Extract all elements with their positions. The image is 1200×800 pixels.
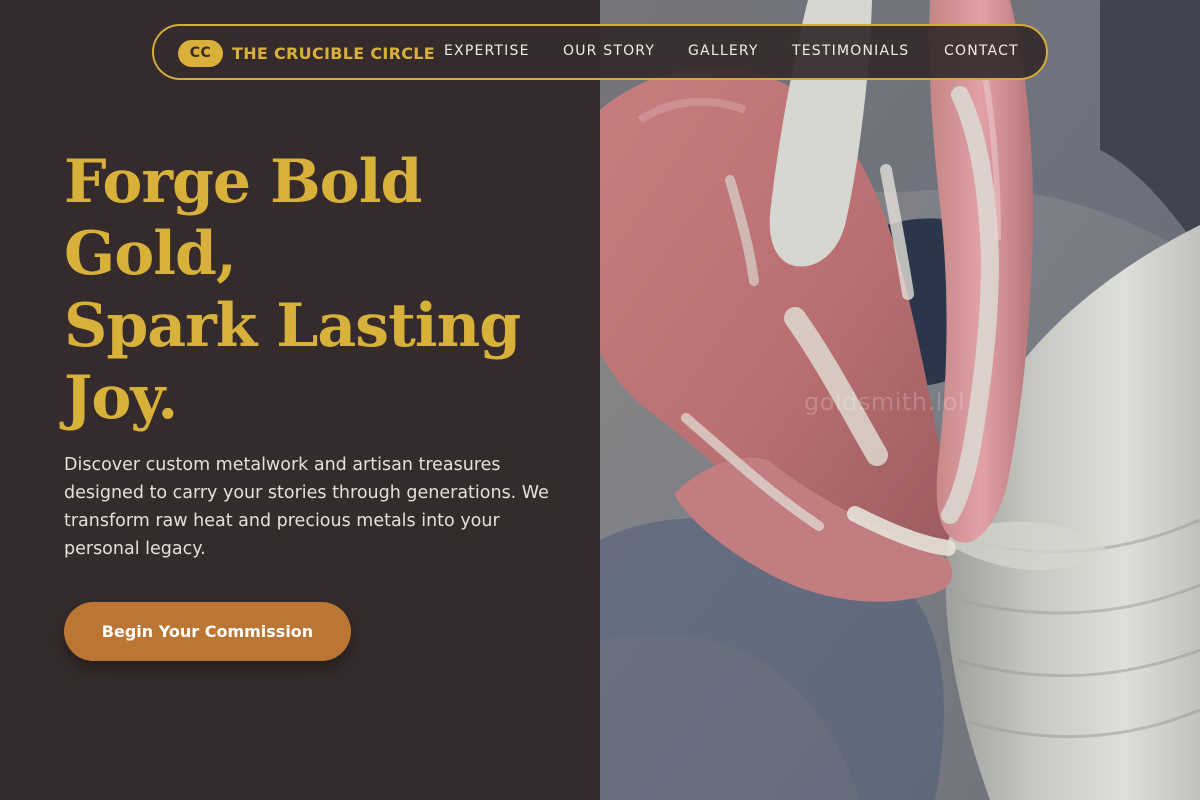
headline-line-4: Joy. — [64, 363, 178, 433]
top-navigation: CC THE CRUCIBLE CIRCLE EXPERTISE OUR STO… — [152, 24, 1048, 80]
headline-line-2: Gold, — [64, 219, 237, 289]
nav-expertise-link[interactable]: EXPERTISE — [444, 43, 530, 59]
brand-badge-icon: CC — [178, 39, 223, 67]
headline-line-1: Forge Bold — [64, 147, 422, 217]
brand-home-link[interactable]: CC THE CRUCIBLE CIRCLE — [178, 39, 435, 67]
headline-line-3: Spark Lasting — [64, 291, 521, 361]
nav-our-story-link[interactable]: OUR STORY — [563, 43, 655, 59]
hero-description: Discover custom metalwork and artisan tr… — [64, 455, 549, 559]
nav-testimonials-link[interactable]: TESTIMONIALS — [792, 43, 909, 59]
brand-name: THE CRUCIBLE CIRCLE — [232, 43, 436, 63]
landing-page: goldsmith.lol CC THE CRUCIBLE CIRCLE EXP… — [0, 0, 1200, 800]
hands-shaping-clay-icon — [600, 0, 1200, 800]
nav-gallery-link[interactable]: GALLERY — [688, 43, 759, 59]
nav-contact-link[interactable]: CONTACT — [944, 43, 1019, 59]
hero-pottery-image: goldsmith.lol — [600, 0, 1200, 800]
hero-headline: Forge Bold Gold, Spark Lasting Joy. — [64, 146, 584, 434]
begin-commission-button[interactable]: Begin Your Commission — [64, 602, 351, 661]
